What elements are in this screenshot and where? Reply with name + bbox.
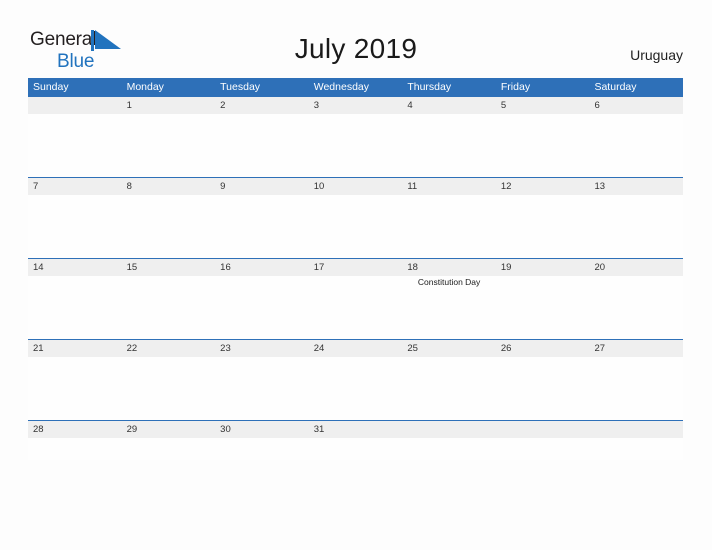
day-number-cell[interactable]: 27 [589,340,683,357]
week-event-band: Constitution Day [28,276,683,339]
week-row: 1 2 3 4 5 6 [28,97,683,177]
weekday-header-monday: Monday [126,81,164,93]
week-date-band: 21 22 23 24 25 26 27 [28,340,683,357]
day-number-cell[interactable]: 28 [28,421,122,438]
day-event-cell[interactable] [215,114,309,177]
day-event-cell[interactable] [122,195,216,258]
day-number-cell[interactable]: 15 [122,259,216,276]
day-event-cell[interactable] [589,195,683,258]
day-event-cell[interactable] [28,195,122,258]
day-number-cell[interactable]: 26 [496,340,590,357]
day-event-cell[interactable] [215,276,309,339]
week-event-band [28,357,683,420]
day-event-cell[interactable] [309,438,403,460]
day-event-cell[interactable] [122,276,216,339]
day-event-cell[interactable] [28,438,122,460]
day-number-cell[interactable] [402,421,496,438]
day-event-cell[interactable] [496,195,590,258]
day-number-cell[interactable]: 31 [309,421,403,438]
day-number-cell[interactable]: 14 [28,259,122,276]
day-event-cell[interactable] [28,357,122,420]
weekday-header-friday: Friday [500,81,531,93]
week-date-band: 28 29 30 31 [28,421,683,438]
day-number-cell[interactable]: 22 [122,340,216,357]
day-number-cell[interactable]: 2 [215,97,309,114]
weekday-header-sunday: Sunday [33,81,69,93]
day-number-cell[interactable] [496,421,590,438]
day-event-cell[interactable] [215,438,309,460]
day-number-cell[interactable]: 6 [589,97,683,114]
day-event-cell[interactable] [589,114,683,177]
day-event-cell[interactable] [122,114,216,177]
day-event-cell[interactable] [496,276,590,339]
week-row: 21 22 23 24 25 26 27 [28,339,683,420]
day-number-cell[interactable]: 16 [215,259,309,276]
week-date-band: 7 8 9 10 11 12 13 [28,178,683,195]
page-title: July 2019 [294,33,418,64]
day-event-cell[interactable] [589,276,683,339]
day-number-cell[interactable]: 17 [309,259,403,276]
day-number-cell[interactable]: 1 [122,97,216,114]
week-event-band [28,438,683,460]
day-number-cell[interactable]: 19 [496,259,590,276]
day-number-cell[interactable]: 7 [28,178,122,195]
day-number-cell[interactable] [28,97,122,114]
day-number-cell[interactable]: 12 [496,178,590,195]
day-number-cell[interactable]: 9 [215,178,309,195]
day-event-cell[interactable] [309,276,403,339]
day-event-cell[interactable] [402,357,496,420]
day-event-cell[interactable] [28,114,122,177]
day-number-cell[interactable]: 4 [402,97,496,114]
day-event-cell[interactable] [122,438,216,460]
weekday-header-tuesday: Tuesday [220,81,261,93]
day-event-cell[interactable] [28,276,122,339]
day-event-cell[interactable] [122,357,216,420]
day-event-cell[interactable] [589,357,683,420]
country-label: Uruguay [630,47,683,63]
week-date-band: 1 2 3 4 5 6 [28,97,683,114]
day-event-cell[interactable] [402,114,496,177]
day-event-cell[interactable] [402,195,496,258]
day-number-cell[interactable]: 11 [402,178,496,195]
day-number-cell[interactable]: 8 [122,178,216,195]
page-header: General Blue July 2019 Uruguay [0,0,712,76]
day-event-cell[interactable] [215,357,309,420]
day-number-cell[interactable]: 3 [309,97,403,114]
day-number-cell[interactable]: 30 [215,421,309,438]
week-date-band: 14 15 16 17 18 19 20 [28,259,683,276]
day-event-cell[interactable] [215,195,309,258]
day-event-cell[interactable] [589,438,683,460]
day-number-cell[interactable]: 5 [496,97,590,114]
week-row: 28 29 30 31 [28,420,683,460]
week-row: 14 15 16 17 18 19 20 Constitution Day [28,258,683,339]
calendar-grid: Sunday Monday Tuesday Wednesday Thursday… [28,78,683,460]
weekday-header-row: Sunday Monday Tuesday Wednesday Thursday… [28,78,683,97]
day-number-cell[interactable]: 10 [309,178,403,195]
day-number-cell[interactable]: 21 [28,340,122,357]
day-event-cell[interactable] [309,114,403,177]
day-event-cell[interactable] [309,195,403,258]
day-number-cell[interactable]: 29 [122,421,216,438]
day-number-cell[interactable] [589,421,683,438]
weekday-header-saturday: Saturday [594,81,637,93]
day-event-cell-holiday[interactable]: Constitution Day [402,276,496,339]
day-event-cell[interactable] [496,357,590,420]
day-event-cell[interactable] [309,357,403,420]
day-number-cell[interactable]: 20 [589,259,683,276]
day-number-cell[interactable]: 13 [589,178,683,195]
event-label: Constitution Day [417,277,481,287]
weekday-header-wednesday: Wednesday [313,81,369,93]
day-number-cell[interactable]: 24 [309,340,403,357]
day-event-cell[interactable] [496,438,590,460]
day-event-cell[interactable] [496,114,590,177]
week-event-band [28,114,683,177]
day-event-cell[interactable] [402,438,496,460]
day-number-cell[interactable]: 18 [402,259,496,276]
day-number-cell[interactable]: 25 [402,340,496,357]
week-event-band [28,195,683,258]
week-row: 7 8 9 10 11 12 13 [28,177,683,258]
weekday-header-thursday: Thursday [407,81,452,93]
day-number-cell[interactable]: 23 [215,340,309,357]
